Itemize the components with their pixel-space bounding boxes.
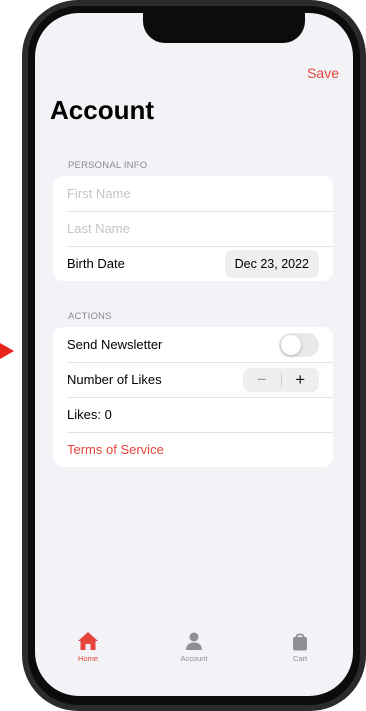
likes-stepper-row: Number of Likes − + [53,362,333,397]
page-title: Account [50,95,154,125]
birth-date-picker[interactable]: Dec 23, 2022 [224,249,319,278]
tab-account[interactable]: Account [141,631,247,681]
phone-frame: Save Account PERSONAL INFO First Name La… [22,0,366,711]
phone-screen: Save Account PERSONAL INFO First Name La… [35,13,353,696]
first-name-field[interactable]: First Name [67,186,131,201]
newsletter-label: Send Newsletter [67,337,163,352]
person-icon [186,632,202,650]
terms-row[interactable]: Terms of Service [53,432,333,467]
likes-count-text: Likes: 0 [67,407,112,422]
house-icon [78,632,98,650]
likes-stepper-label: Number of Likes [67,372,162,387]
last-name-field[interactable]: Last Name [67,221,130,236]
terms-of-service-link[interactable]: Terms of Service [67,442,164,457]
first-name-row[interactable]: First Name [53,176,333,211]
phone-notch [143,13,305,43]
decrement-button[interactable]: − [243,368,281,392]
tab-home[interactable]: Home [35,631,141,681]
likes-stepper: − + [243,367,320,392]
tab-bar: Home Account Cart [35,631,353,681]
bag-icon [293,633,307,651]
birth-date-row: Birth Date Dec 23, 2022 [53,246,333,281]
birth-date-label: Birth Date [67,256,125,271]
save-button[interactable]: Save [307,65,339,81]
section-header-actions: ACTIONS [68,311,112,322]
newsletter-row: Send Newsletter [53,327,333,362]
tab-account-label: Account [180,654,208,663]
last-name-row[interactable]: Last Name [53,211,333,246]
tab-cart[interactable]: Cart [247,631,353,681]
tab-home-label: Home [77,654,98,663]
annotation-arrow-icon [0,343,14,359]
actions-group: Send Newsletter Number of Likes − + Like… [53,327,333,467]
toggle-knob [281,334,301,355]
section-header-personal-info: PERSONAL INFO [68,160,148,171]
increment-button[interactable]: + [282,368,320,392]
tab-cart-label: Cart [292,654,308,663]
personal-info-group: First Name Last Name Birth Date Dec 23, … [53,176,333,281]
likes-count-row: Likes: 0 [53,397,333,432]
newsletter-toggle[interactable] [279,332,319,357]
